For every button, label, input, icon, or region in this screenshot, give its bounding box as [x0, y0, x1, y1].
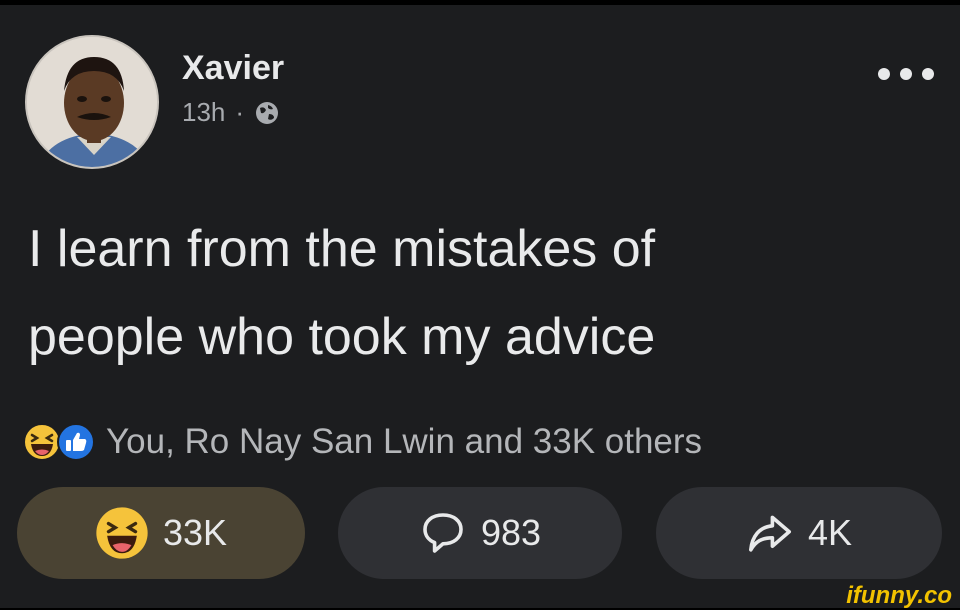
- reactions-text: You, Ro Nay San Lwin and 33K others: [106, 422, 702, 462]
- post-card: Xavier 13h · I learn from the mistakes o…: [0, 5, 960, 587]
- share-count: 4K: [808, 512, 852, 554]
- like-thumb-icon: [56, 422, 96, 462]
- post-text-line: people who took my advice: [28, 293, 908, 381]
- more-dot-icon: [878, 68, 890, 80]
- comment-bubble-icon: [419, 509, 467, 557]
- react-count: 33K: [163, 512, 227, 554]
- more-dot-icon: [922, 68, 934, 80]
- more-dot-icon: [900, 68, 912, 80]
- watermark: ifunny.co: [846, 582, 952, 610]
- more-options-button[interactable]: [878, 61, 934, 87]
- post-meta: 13h ·: [182, 97, 280, 128]
- react-button[interactable]: 33K: [17, 487, 305, 579]
- globe-icon: [254, 100, 280, 126]
- share-arrow-icon: [746, 509, 794, 557]
- comment-button[interactable]: 983: [338, 487, 622, 579]
- reactions-summary[interactable]: You, Ro Nay San Lwin and 33K others: [22, 417, 702, 467]
- meta-separator: ·: [235, 97, 244, 128]
- laugh-emoji-icon: [95, 506, 149, 560]
- post-text: I learn from the mistakes of people who …: [28, 205, 908, 381]
- bottom-strip: [0, 587, 960, 608]
- avatar-portrait: [27, 37, 159, 169]
- author-avatar[interactable]: [25, 35, 159, 169]
- reaction-icons: [22, 422, 96, 462]
- share-button[interactable]: 4K: [656, 487, 942, 579]
- comment-count: 983: [481, 512, 541, 554]
- author-name[interactable]: Xavier: [182, 49, 284, 88]
- post-time[interactable]: 13h: [182, 97, 225, 128]
- post-text-line: I learn from the mistakes of: [28, 205, 908, 293]
